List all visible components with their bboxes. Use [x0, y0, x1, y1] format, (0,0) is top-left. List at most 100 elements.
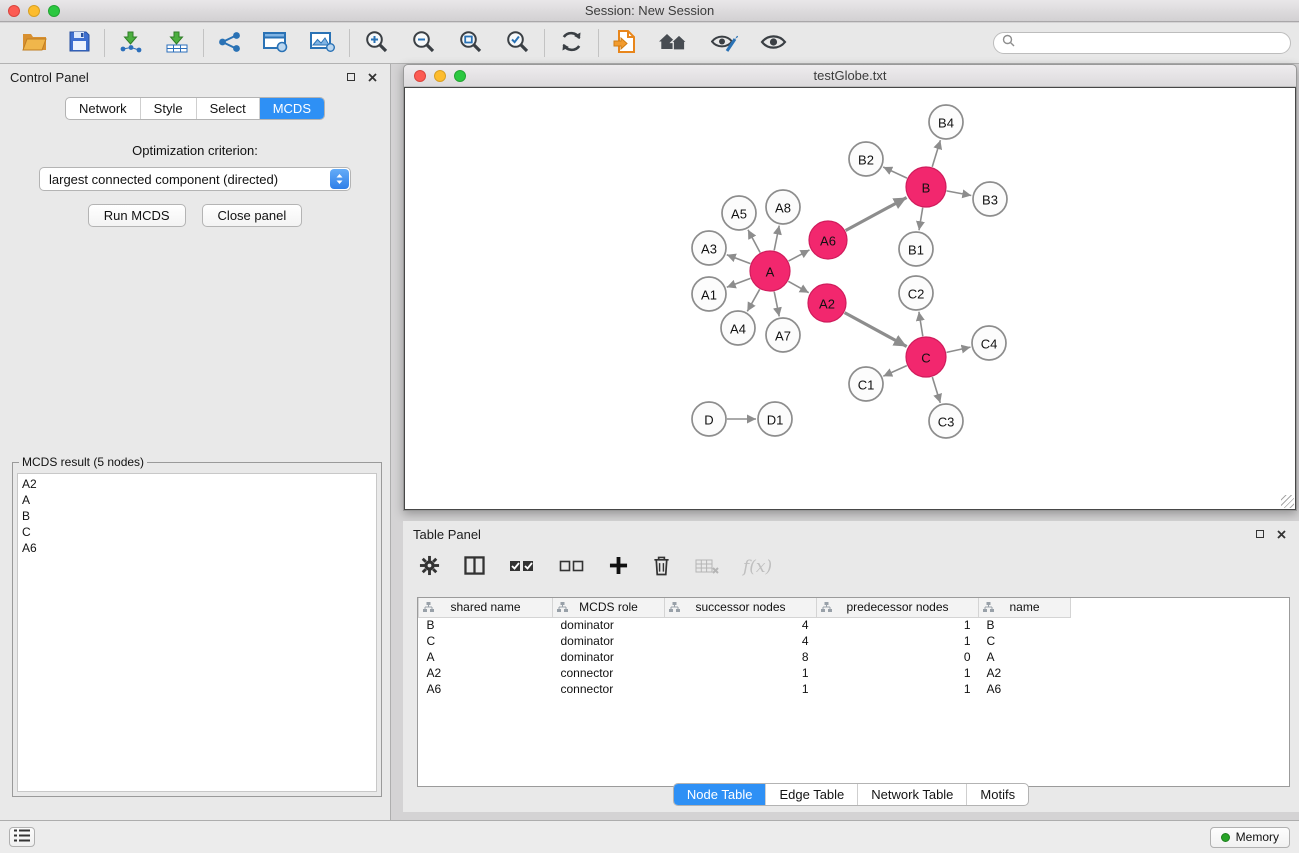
zoom-fit-button[interactable] — [457, 29, 484, 57]
import-network-button[interactable] — [118, 30, 144, 57]
graph-edge-B-B4[interactable] — [932, 140, 940, 167]
resize-grip[interactable] — [1281, 495, 1294, 508]
zoom-selected-button[interactable] — [504, 29, 531, 57]
graph-node-A6[interactable]: A6 — [809, 221, 847, 259]
tab-select[interactable]: Select — [196, 98, 259, 119]
zoom-out-button[interactable] — [410, 29, 437, 57]
float-table-panel-button[interactable] — [1252, 527, 1267, 542]
export-image-button[interactable] — [309, 30, 336, 57]
new-network-button[interactable] — [217, 30, 242, 57]
mcds-result-item[interactable]: B — [22, 508, 372, 524]
zoom-in-button[interactable] — [363, 29, 390, 57]
table-tab-edge-table[interactable]: Edge Table — [765, 784, 857, 805]
tab-mcds[interactable]: MCDS — [259, 98, 324, 119]
table-cell[interactable]: C — [979, 633, 1071, 649]
table-row[interactable]: Adominator80A — [419, 649, 1290, 665]
graph-node-A3[interactable]: A3 — [692, 231, 726, 265]
graph-node-B[interactable]: B — [906, 167, 946, 207]
open-recent-button[interactable] — [612, 29, 637, 57]
graph-edge-B-B1[interactable] — [919, 208, 923, 231]
home-button[interactable] — [657, 29, 690, 57]
graph-edge-A-A4[interactable] — [747, 289, 759, 311]
mcds-result-item[interactable]: A2 — [22, 476, 372, 492]
graph-edge-A2-C[interactable] — [845, 313, 907, 347]
graph-edge-A-A3[interactable] — [727, 255, 751, 264]
table-cell[interactable]: connector — [553, 665, 665, 681]
graph-node-B2[interactable]: B2 — [849, 142, 883, 176]
close-panel-action-button[interactable]: Close panel — [202, 204, 303, 227]
graph-edge-C-C3[interactable] — [932, 377, 940, 403]
search-field[interactable] — [993, 32, 1291, 54]
graph-edge-A-A5[interactable] — [748, 230, 760, 253]
table-cell[interactable]: 1 — [665, 681, 817, 697]
close-panel-button[interactable] — [365, 70, 380, 85]
open-session-button[interactable] — [21, 30, 48, 56]
graph-node-D1[interactable]: D1 — [758, 402, 792, 436]
column-header-predecessor-nodes[interactable]: predecessor nodes — [817, 598, 979, 617]
table-cell[interactable]: 4 — [665, 633, 817, 649]
network-graph[interactable]: B4B2BB3A5A8A6A3B1AC2A1A2A4A7C4CC1DD1C3 — [405, 88, 1297, 511]
graph-node-D[interactable]: D — [692, 402, 726, 436]
table-cell[interactable]: B — [979, 617, 1071, 633]
graph-node-C2[interactable]: C2 — [899, 276, 933, 310]
table-cell[interactable]: 1 — [817, 633, 979, 649]
table-cell[interactable]: 1 — [665, 665, 817, 681]
graph-edge-C-C2[interactable] — [919, 312, 923, 337]
table-tab-motifs[interactable]: Motifs — [966, 784, 1028, 805]
table-tab-node-table[interactable]: Node Table — [674, 784, 766, 805]
close-window-button[interactable] — [8, 5, 20, 17]
graph-edge-A-A2[interactable] — [788, 281, 808, 292]
task-history-button[interactable] — [9, 827, 35, 847]
mcds-result-item[interactable]: A6 — [22, 540, 372, 556]
close-table-panel-button[interactable] — [1274, 527, 1289, 542]
graph-node-C[interactable]: C — [906, 337, 946, 377]
graph-edge-A-A7[interactable] — [774, 292, 779, 317]
graph-node-A4[interactable]: A4 — [721, 311, 755, 345]
graph-node-B1[interactable]: B1 — [899, 232, 933, 266]
graph-node-A5[interactable]: A5 — [722, 196, 756, 230]
network-view-button[interactable] — [262, 30, 289, 57]
minimize-window-button[interactable] — [28, 5, 40, 17]
network-zoom-button[interactable] — [454, 70, 466, 82]
unselect-all-columns-button[interactable] — [559, 557, 585, 578]
table-cell[interactable]: dominator — [553, 617, 665, 633]
table-cell[interactable]: 1 — [817, 617, 979, 633]
column-header-shared-name[interactable]: shared name — [419, 598, 553, 617]
graph-node-C3[interactable]: C3 — [929, 404, 963, 438]
graph-node-B4[interactable]: B4 — [929, 105, 963, 139]
optimization-criterion-select[interactable]: largest connected component (directed) — [39, 167, 351, 191]
mcds-result-list[interactable]: A2ABCA6 — [17, 473, 377, 792]
graph-node-C4[interactable]: C4 — [972, 326, 1006, 360]
memory-button[interactable]: Memory — [1210, 827, 1290, 848]
table-row[interactable]: Cdominator41C — [419, 633, 1290, 649]
table-row[interactable]: A6connector11A6 — [419, 681, 1290, 697]
table-cell[interactable]: 8 — [665, 649, 817, 665]
table-mode-button[interactable] — [419, 555, 440, 579]
show-graphics-details-button[interactable] — [759, 30, 788, 57]
network-window-titlebar[interactable]: testGlobe.txt — [404, 65, 1296, 87]
node-table[interactable]: shared nameMCDS rolesuccessor nodesprede… — [417, 597, 1290, 787]
graph-node-A[interactable]: A — [750, 251, 790, 291]
graph-node-C1[interactable]: C1 — [849, 367, 883, 401]
mcds-result-item[interactable]: A — [22, 492, 372, 508]
select-all-columns-button[interactable] — [509, 557, 535, 578]
graph-edge-C-C4[interactable] — [947, 347, 971, 352]
table-tab-network-table[interactable]: Network Table — [857, 784, 966, 805]
table-row[interactable]: A2connector11A2 — [419, 665, 1290, 681]
zoom-window-button[interactable] — [48, 5, 60, 17]
mcds-result-item[interactable]: C — [22, 524, 372, 540]
table-cell[interactable]: dominator — [553, 649, 665, 665]
graph-node-B3[interactable]: B3 — [973, 182, 1007, 216]
run-mcds-button[interactable]: Run MCDS — [88, 204, 186, 227]
table-cell[interactable]: A2 — [979, 665, 1071, 681]
float-panel-button[interactable] — [343, 70, 358, 85]
graph-edge-B-B2[interactable] — [883, 167, 907, 178]
column-header-name[interactable]: name — [979, 598, 1071, 617]
function-builder-button[interactable]: f(x) — [743, 557, 772, 577]
table-row[interactable]: Bdominator41B — [419, 617, 1290, 633]
table-cell[interactable]: A6 — [419, 681, 553, 697]
search-input[interactable] — [1020, 36, 1282, 50]
column-header-MCDS-role[interactable]: MCDS role — [553, 598, 665, 617]
table-cell[interactable]: 0 — [817, 649, 979, 665]
graph-node-A2[interactable]: A2 — [808, 284, 846, 322]
